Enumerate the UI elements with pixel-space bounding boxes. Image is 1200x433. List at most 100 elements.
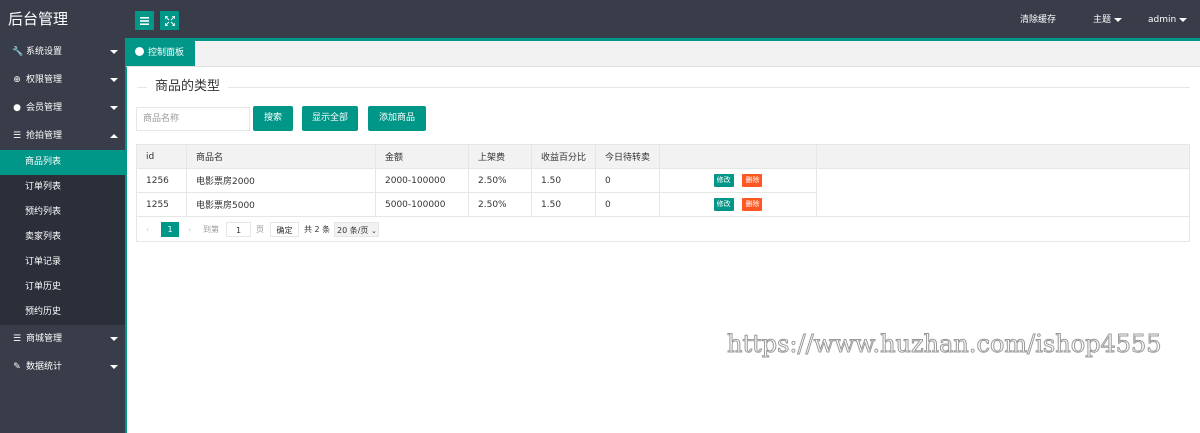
theme-menu[interactable]: 主题 <box>1093 0 1123 38</box>
column-header-name: 商品名 <box>186 144 376 169</box>
delete-button[interactable]: 删除 <box>742 198 763 211</box>
top-bar: 后台管理 清除缓存 主题 admin <box>0 0 1200 38</box>
confirm-page-button[interactable]: 确定 <box>270 222 299 237</box>
prev-page-icon[interactable]: ‹ <box>146 222 149 237</box>
cell-id: 1255 <box>136 192 187 217</box>
watermark-text: https://www.huzhan.com/ishop4555 <box>727 330 1163 359</box>
search-button[interactable]: 搜索 <box>253 106 293 131</box>
cell-amount: 5000-100000 <box>375 192 469 217</box>
chevron-down-icon <box>110 78 118 82</box>
cell-fee: 2.50% <box>468 168 532 193</box>
sidebar-item-auction[interactable]: ☰ 抢拍管理 <box>0 122 126 150</box>
column-header-id: id <box>136 144 187 169</box>
page-size-value: 20 条/页 <box>337 226 369 235</box>
column-header-ratio: 收益百分比 <box>531 144 596 169</box>
page-size-select[interactable]: 20 条/页 ⌄ <box>334 222 379 237</box>
cell-actions: 修改 删除 <box>659 192 817 217</box>
cell-ratio: 1.50 <box>531 192 596 217</box>
sidebar-subitem-order-list[interactable]: 订单列表 <box>0 175 126 200</box>
cell-fee: 2.50% <box>468 192 532 217</box>
list-icon: ☰ <box>12 334 22 344</box>
show-all-button[interactable]: 显示全部 <box>302 106 358 131</box>
chevron-up-icon <box>110 134 118 138</box>
wrench-icon: 🔧 <box>12 47 24 57</box>
chevron-down-icon <box>1179 17 1188 22</box>
page-unit-label: 页 <box>256 225 264 234</box>
table-row: 1256 电影票房2000 2000-100000 2.50% 1.50 0 修… <box>136 168 1190 193</box>
column-header-today: 今日待转卖 <box>595 144 660 169</box>
sidebar-item-system-settings[interactable]: 🔧 系统设置 <box>0 38 126 66</box>
divider <box>137 87 1190 88</box>
sidebar-subitem-seller-list[interactable]: 卖家列表 <box>0 225 126 250</box>
clear-cache-link[interactable]: 清除缓存 <box>1020 0 1056 38</box>
edit-button[interactable]: 修改 <box>713 198 734 211</box>
user-menu[interactable]: admin <box>1148 0 1188 38</box>
theme-label: 主题 <box>1093 15 1112 25</box>
cell-amount: 2000-100000 <box>375 168 469 193</box>
sidebar-item-members[interactable]: ● 会员管理 <box>0 94 126 122</box>
sidebar-item-label: 系统设置 <box>26 47 63 57</box>
sidebar-item-permissions[interactable]: ⊕ 权限管理 <box>0 66 126 94</box>
page-number-current[interactable]: 1 <box>161 222 179 237</box>
chevron-down-icon <box>110 106 118 110</box>
menu-toggle-button[interactable] <box>135 11 154 30</box>
section-header: 商品的类型 <box>137 78 1190 96</box>
app-title: 后台管理 <box>0 0 126 38</box>
sidebar-item-label: 数据统计 <box>26 362 63 372</box>
sidebar-subitem-order-history[interactable]: 订单历史 <box>0 275 126 300</box>
sidebar-item-statistics[interactable]: ✎ 数据统计 <box>0 353 126 381</box>
table-header-row: id 商品名 金额 上架费 收益百分比 今日待转卖 <box>136 144 1190 169</box>
cell-today: 0 <box>595 168 660 193</box>
sidebar-subitem-order-records[interactable]: 订单记录 <box>0 250 126 275</box>
column-header-amount: 金额 <box>375 144 469 169</box>
chevron-down-icon <box>110 337 118 341</box>
table-row: 1255 电影票房5000 5000-100000 2.50% 1.50 0 修… <box>136 192 1190 217</box>
cell-name: 电影票房2000 <box>186 168 376 193</box>
fullscreen-button[interactable] <box>160 11 179 30</box>
sidebar-subitem-reservation-list[interactable]: 预约列表 <box>0 200 126 225</box>
product-name-search-input[interactable] <box>136 107 250 131</box>
dashboard-icon <box>135 47 144 56</box>
total-count: 共 2 条 <box>304 225 331 234</box>
delete-button[interactable]: 删除 <box>742 174 763 187</box>
column-header-actions <box>659 144 817 169</box>
sidebar-subitem-product-list[interactable]: 商品列表 <box>0 150 126 175</box>
pagination: ‹ 1 › 到第 1 页 确定 共 2 条 20 条/页 ⌄ <box>136 217 1190 242</box>
user-icon: ● <box>13 103 21 113</box>
cell-actions: 修改 删除 <box>659 168 817 193</box>
cell-filler <box>816 192 1190 217</box>
sidebar: 🔧 系统设置 ⊕ 权限管理 ● 会员管理 ☰ 抢拍管理 商品列表 订单列表 预约列表 卖… <box>0 38 126 433</box>
sidebar-item-mall[interactable]: ☰ 商城管理 <box>0 325 126 353</box>
sidebar-item-label: 抢拍管理 <box>26 131 63 141</box>
product-table: id 商品名 金额 上架费 收益百分比 今日待转卖 1256 电影票房2000 … <box>136 144 1190 217</box>
cell-ratio: 1.50 <box>531 168 596 193</box>
list-icon: ☰ <box>12 131 22 141</box>
user-name: admin <box>1148 15 1177 25</box>
chevron-down-icon <box>1114 17 1123 22</box>
chevron-down-icon <box>110 50 118 54</box>
sidebar-item-label: 权限管理 <box>26 75 63 85</box>
goto-label: 到第 <box>203 225 219 234</box>
cell-today: 0 <box>595 192 660 217</box>
tab-label: 控制面板 <box>148 48 185 58</box>
pen-icon: ✎ <box>13 362 21 372</box>
edit-button[interactable]: 修改 <box>713 174 734 187</box>
globe-icon: ⊕ <box>13 75 21 85</box>
column-header-filler <box>816 144 1190 169</box>
cell-name: 电影票房5000 <box>186 192 376 217</box>
add-product-button[interactable]: 添加商品 <box>368 106 426 131</box>
section-title: 商品的类型 <box>147 78 229 96</box>
cell-filler <box>816 168 1190 193</box>
tab-dashboard[interactable]: 控制面板 <box>126 41 195 66</box>
chevron-down-icon <box>110 365 118 369</box>
sidebar-item-label: 商城管理 <box>26 334 63 344</box>
column-header-fee: 上架费 <box>468 144 532 169</box>
fullscreen-icon <box>164 15 175 26</box>
page-jump-input[interactable]: 1 <box>226 222 251 237</box>
sidebar-subitem-reservation-history[interactable]: 预约历史 <box>0 300 126 325</box>
next-page-icon[interactable]: › <box>188 222 191 237</box>
chevron-down-icon: ⌄ <box>370 227 377 235</box>
cell-id: 1256 <box>136 168 187 193</box>
tab-bar: 控制面板 <box>126 38 1200 67</box>
menu-icon <box>140 16 149 25</box>
